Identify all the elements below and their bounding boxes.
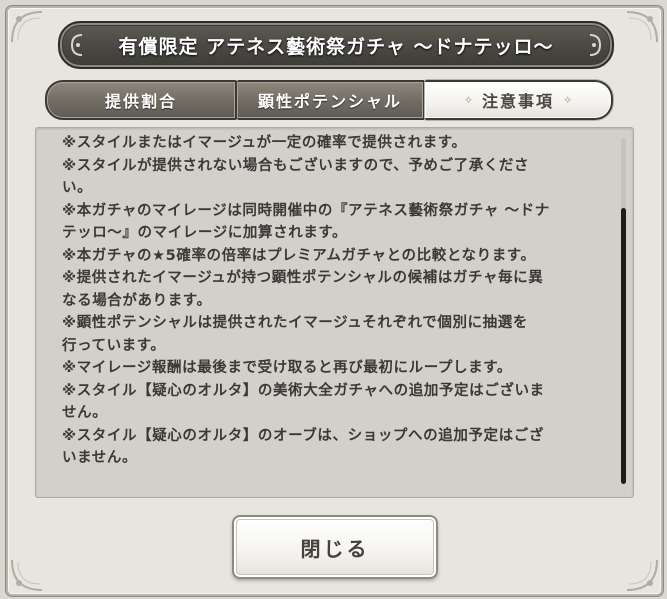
note-line: ※提供されたイマージュが持つ顕性ポテンシャルの候補はガチャ毎に異 [62, 270, 544, 286]
dialog-title: 有償限定 アテネス藝術祭ガチャ 〜ドナテッロ〜 [118, 35, 554, 58]
scrollbar-track[interactable] [621, 138, 626, 484]
tab-potential[interactable]: 顕性ポテンシャル [237, 80, 425, 120]
note-line: ※スタイル【疑心のオルタ】のオーブは、ショップへの追加予定はござ [62, 427, 544, 444]
note-line: ※本ガチャの★5確率の倍率はプレミアムガチャとの比較となります。 [62, 247, 536, 264]
tab-label: 顕性ポテンシャル [257, 92, 402, 111]
tab-label: 提供割合 [104, 92, 177, 111]
tab-ornament-icon: ⟡ [564, 93, 572, 106]
corner-ornament [625, 10, 659, 44]
note-line: ※本ガチャのマイレージは同時開催中の『アテネス藝術祭ガチャ 〜ドナ [62, 202, 550, 219]
note-line: ※マイレージ報酬は最後まで受け取ると再び最初にループします。 [62, 360, 512, 376]
close-button[interactable]: 閉じる [232, 515, 438, 579]
note-line: せん。 [62, 405, 108, 421]
note-line: なる場合があります。 [62, 292, 212, 309]
dialog-title-bar: 有償限定 アテネス藝術祭ガチャ 〜ドナテッロ〜 [58, 21, 614, 69]
notes-panel[interactable]: ※スタイルまたはイマージュが一定の確率で提供されます。 ※スタイルが提供されない… [35, 127, 634, 498]
scroll-ornament-icon [589, 34, 602, 56]
tab-label: 注意事項 [481, 92, 554, 111]
corner-ornament [10, 10, 44, 44]
note-line: い。 [62, 180, 93, 196]
tab-bar: 提供割合 顕性ポテンシャル ⟡ 注意事項 ⟡ [45, 79, 622, 120]
corner-ornament [10, 558, 44, 592]
note-line: いません。 [62, 450, 138, 466]
scrollbar-thumb[interactable] [621, 208, 626, 484]
tab-rates[interactable]: 提供割合 [45, 80, 237, 120]
close-button-label: 閉じる [300, 536, 370, 561]
note-line: ※スタイルまたはイマージュが一定の確率で提供されます。 [62, 135, 467, 151]
note-line: テッロ〜』のマイレージに加算されます。 [62, 225, 348, 241]
tab-ornament-icon: ⟡ [464, 93, 472, 106]
notes-list: ※スタイルまたはイマージュが一定の確率で提供されます。 ※スタイルが提供されない… [62, 132, 607, 470]
scroll-ornament-icon [70, 34, 83, 56]
note-line: ※スタイル【疑心のオルタ】の美術大全ガチャへの追加予定はございま [62, 382, 545, 399]
tab-notes[interactable]: ⟡ 注意事項 ⟡ [425, 80, 613, 120]
note-line: ※スタイルが提供されない場合もございますので、予めご了承くださ [62, 157, 530, 174]
note-line: ※顕性ポテンシャルは提供されたイマージュそれぞれで個別に抽選を [62, 315, 528, 331]
corner-ornament [625, 558, 659, 592]
note-line: 行っています。 [62, 337, 166, 354]
